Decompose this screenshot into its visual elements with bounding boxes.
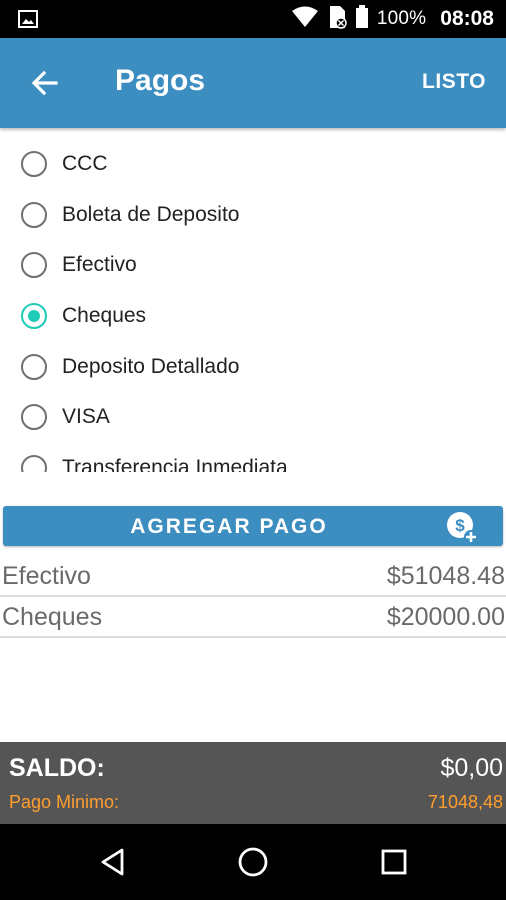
payment-name: Efectivo: [2, 562, 91, 590]
minimum-payment-label: Pago Minimo:: [9, 792, 120, 812]
radio-option-cheques[interactable]: Cheques: [0, 294, 506, 344]
radio-dot: [27, 309, 40, 322]
saldo-label: SALDO:: [9, 754, 105, 782]
radio-button[interactable]: [21, 151, 47, 177]
radio-option-boleta-de-deposito[interactable]: Boleta de Deposito: [0, 193, 506, 243]
saldo-value: $0,00: [440, 754, 503, 782]
done-button[interactable]: LISTO: [422, 70, 486, 94]
sim-card-icon: [327, 5, 347, 34]
payment-row[interactable]: Efectivo $51048.48: [0, 556, 506, 597]
payments-list: Efectivo $51048.48 Cheques $20000.00: [0, 556, 506, 638]
radio-option-transferencia-inmediata[interactable]: Transferencia Inmediata: [0, 446, 506, 472]
radio-button-selected[interactable]: [21, 303, 47, 329]
payment-amount: $20000.00: [386, 603, 505, 631]
system-nav-bar: [0, 824, 506, 900]
wifi-icon: [291, 6, 319, 33]
radio-button[interactable]: [21, 455, 47, 472]
battery-icon: [355, 4, 369, 34]
minimum-payment-value: 71048,48: [427, 792, 503, 812]
clock: 08:08: [440, 7, 494, 30]
radio-label: Cheques: [62, 304, 147, 327]
radio-button[interactable]: [21, 404, 47, 430]
arrow-left-icon[interactable]: [28, 66, 62, 100]
balance-summary: SALDO: $0,00 Pago Minimo: 71048,48: [0, 742, 506, 824]
radio-label: VISA: [62, 405, 110, 428]
svg-text:$: $: [455, 516, 465, 535]
add-payment-label: AGREGAR PAGO: [130, 515, 328, 538]
radio-option-deposito-detallado[interactable]: Deposito Detallado: [0, 345, 506, 395]
payment-row[interactable]: Cheques $20000.00: [0, 597, 506, 638]
radio-label: Efectivo: [62, 253, 137, 276]
radio-option-visa[interactable]: VISA: [0, 395, 506, 445]
radio-label: CCC: [62, 152, 108, 175]
status-bar: 100% 08:08: [0, 0, 506, 38]
radio-button[interactable]: [21, 354, 47, 380]
radio-label: Transferencia Inmediata: [62, 456, 288, 472]
add-money-icon: $: [445, 510, 479, 544]
payment-name: Cheques: [2, 603, 103, 631]
page-title: Pagos: [115, 64, 206, 97]
radio-button[interactable]: [21, 202, 47, 228]
radio-option-efectivo[interactable]: Efectivo: [0, 243, 506, 293]
recents-square-icon[interactable]: [376, 844, 412, 880]
back-triangle-icon[interactable]: [95, 844, 131, 880]
radio-label: Deposito Detallado: [62, 355, 240, 378]
app-bar: Pagos LISTO: [0, 38, 506, 128]
image-icon: [18, 10, 38, 33]
radio-button[interactable]: [21, 252, 47, 278]
payment-amount: $51048.48: [386, 562, 505, 590]
radio-label: Boleta de Deposito: [62, 203, 240, 226]
radio-option-ccc[interactable]: CCC: [0, 142, 506, 192]
add-payment-button[interactable]: AGREGAR PAGO $: [3, 506, 503, 546]
home-circle-icon[interactable]: [235, 844, 271, 880]
battery-percent: 100%: [376, 8, 427, 29]
payment-type-list[interactable]: CCC Boleta de Deposito Efectivo Cheques …: [0, 140, 506, 472]
